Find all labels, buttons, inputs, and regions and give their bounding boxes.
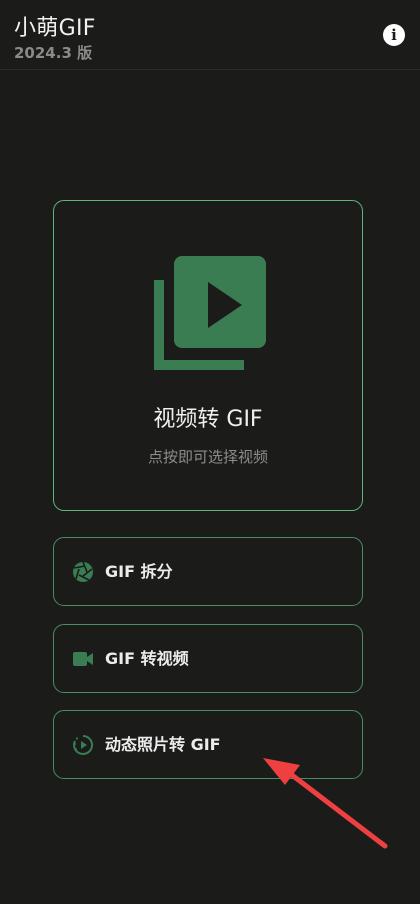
info-button[interactable]: i [383, 24, 405, 46]
aperture-icon [72, 561, 94, 583]
videocam-icon [72, 648, 94, 670]
motion-photo-to-gif-label: 动态照片转 GIF [105, 735, 221, 754]
gif-split-button[interactable]: GIF 拆分 [53, 537, 363, 606]
hero-title: 视频转 GIF [153, 407, 263, 432]
motion-photo-to-gif-button[interactable]: 动态照片转 GIF [53, 710, 363, 779]
app-header: 小萌GIF 2024.3 版 i [0, 0, 420, 70]
video-library-icon [154, 256, 266, 370]
video-to-gif-card[interactable]: 视频转 GIF 点按即可选择视频 [53, 200, 363, 511]
hero-subtitle: 点按即可选择视频 [147, 448, 268, 466]
gif-split-label: GIF 拆分 [105, 562, 173, 581]
app-title: 小萌GIF [14, 16, 96, 41]
gif-to-video-button[interactable]: GIF 转视频 [53, 624, 363, 693]
info-icon: i [391, 25, 397, 44]
motion-photo-icon [72, 734, 94, 756]
gif-to-video-label: GIF 转视频 [105, 649, 189, 668]
app-version: 2024.3 版 [14, 44, 93, 62]
